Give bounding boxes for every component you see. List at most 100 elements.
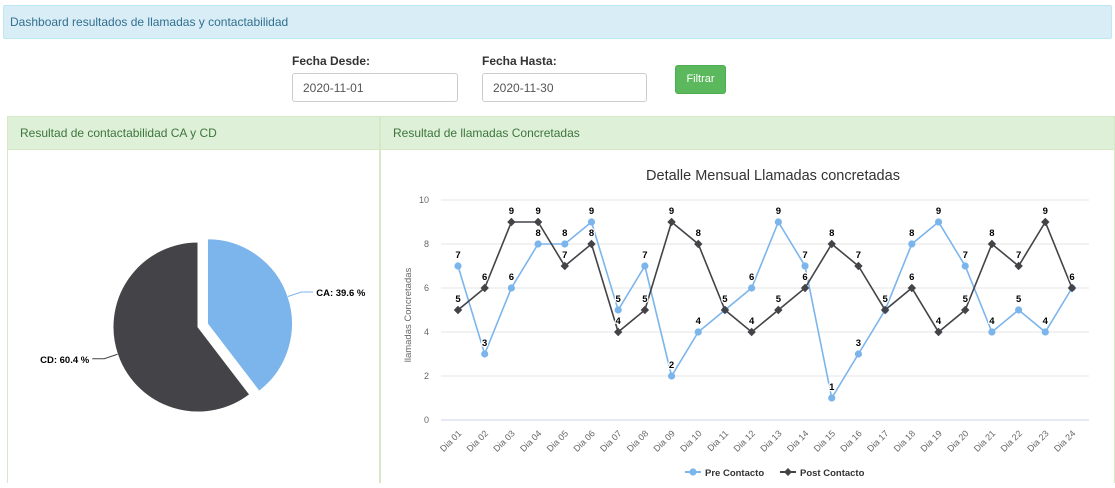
x-tick-label: Dia 24	[1052, 428, 1077, 453]
data-label: 5	[1016, 294, 1022, 305]
data-point	[988, 328, 996, 336]
data-point	[1041, 328, 1049, 336]
data-label: 4	[1043, 316, 1049, 327]
contactabilidad-pie-chart: CA: 39.6 % CD: 60.4 %	[40, 238, 366, 413]
pie-slice-label: CA: 39.6 %	[316, 288, 366, 299]
llamadas-line-chart: Detalle Mensual Llamadas concretadas 0 2 4 6…	[403, 168, 1089, 479]
data-label: 6	[1069, 272, 1074, 283]
series-line	[457, 220, 1073, 334]
data-label: 4	[696, 316, 702, 327]
data-label: 6	[802, 272, 807, 283]
data-point	[561, 240, 569, 248]
data-label: 5	[722, 294, 728, 305]
data-point	[641, 262, 649, 270]
data-point	[828, 394, 836, 402]
x-tick-label: Dia 18	[892, 428, 917, 453]
x-tick-label: Dia 06	[571, 428, 596, 453]
pie-connector	[287, 291, 314, 297]
page-header: Dashboard resultados de llamadas y conta…	[3, 5, 1112, 39]
data-point	[961, 262, 969, 270]
x-tick-label: Dia 05	[545, 428, 570, 453]
data-label: 8	[589, 228, 594, 239]
legend-label: Pre Contacto	[705, 468, 764, 479]
data-point	[667, 372, 676, 380]
y-tick-label: 2	[424, 371, 429, 381]
data-label: 1	[829, 382, 835, 393]
data-label: 6	[482, 272, 487, 283]
data-point	[614, 306, 622, 314]
contactabilidad-panel: Resultad de contactabilidad CA y CD CA: …	[7, 116, 380, 483]
data-label: 8	[562, 228, 567, 239]
data-label: 5	[963, 294, 969, 305]
fecha-desde-label: Fecha Desde:	[292, 54, 371, 68]
data-label: 6	[909, 272, 914, 283]
x-tick-label: Dia 21	[972, 428, 997, 453]
x-tick-label: Dia 07	[598, 428, 623, 453]
data-point	[1015, 306, 1023, 314]
data-label: 8	[696, 228, 701, 239]
contactabilidad-panel-title: Resultad de contactabilidad CA y CD	[8, 117, 379, 150]
x-tick-label: Dia 08	[625, 428, 650, 453]
fecha-desde-input[interactable]	[292, 73, 458, 102]
data-point	[1067, 283, 1077, 293]
data-label: 7	[562, 250, 567, 261]
data-point	[534, 240, 542, 248]
x-tick-label: Dia 11	[705, 428, 730, 453]
data-label: 8	[535, 228, 540, 239]
chart-title: Detalle Mensual Llamadas concretadas	[646, 168, 900, 184]
data-label: 8	[829, 228, 834, 239]
x-tick-label: Dia 02	[465, 428, 490, 453]
legend-marker	[784, 468, 792, 476]
data-label: 7	[642, 250, 647, 261]
data-label: 9	[1043, 206, 1048, 217]
data-label: 8	[909, 228, 914, 239]
data-point	[507, 217, 516, 227]
data-point	[587, 218, 596, 226]
data-label: 3	[482, 338, 487, 349]
data-label: 7	[1016, 250, 1021, 261]
data-point	[533, 217, 543, 227]
data-point	[774, 218, 782, 226]
filtrar-button[interactable]: Filtrar	[675, 65, 726, 94]
data-label: 5	[455, 294, 461, 305]
x-tick-label: Dia 19	[918, 428, 943, 453]
data-label: 9	[936, 206, 941, 217]
data-point	[854, 350, 863, 358]
x-tick-label: Dia 16	[838, 428, 863, 453]
x-tick-label: Dia 14	[785, 428, 810, 453]
data-label: 4	[936, 316, 942, 327]
y-tick-label: 8	[424, 239, 429, 249]
data-label: 5	[616, 294, 622, 305]
data-label: 7	[856, 250, 861, 261]
data-point	[507, 284, 515, 292]
x-tick-label: Dia 04	[518, 428, 543, 453]
data-label: 7	[963, 250, 968, 261]
fecha-hasta-input[interactable]	[482, 73, 647, 102]
data-label: 9	[509, 206, 514, 217]
data-label: 9	[776, 206, 781, 217]
x-tick-label: Dia 20	[945, 428, 970, 453]
x-tick-label: Dia 10	[678, 428, 703, 453]
x-tick-label: Dia 15	[812, 428, 837, 453]
y-tick-label: 0	[424, 415, 429, 425]
data-point	[694, 328, 702, 336]
series-line	[457, 220, 1073, 401]
y-tick-label: 4	[424, 327, 429, 337]
x-tick-label: Dia 13	[758, 428, 783, 453]
data-label: 4	[749, 316, 755, 327]
page-title: Dashboard resultados de llamadas y conta…	[10, 15, 289, 29]
data-point	[454, 262, 462, 270]
llamadas-panel: Resultad de llamadas Concretadas Detalle…	[380, 116, 1115, 483]
y-tick-label: 10	[419, 195, 429, 205]
data-label: 5	[882, 294, 888, 305]
data-point	[748, 284, 756, 292]
x-tick-label: Dia 17	[865, 428, 890, 453]
legend-label: Post Contacto	[800, 468, 865, 479]
data-label: 9	[535, 206, 540, 217]
x-tick-label: Dia 03	[491, 428, 516, 453]
data-label: 4	[989, 316, 995, 327]
y-tick-label: 6	[424, 283, 429, 293]
pie-connector	[92, 353, 118, 360]
x-tick-label: Dia 22	[999, 428, 1024, 453]
x-tick-label: Dia 23	[1025, 428, 1050, 453]
